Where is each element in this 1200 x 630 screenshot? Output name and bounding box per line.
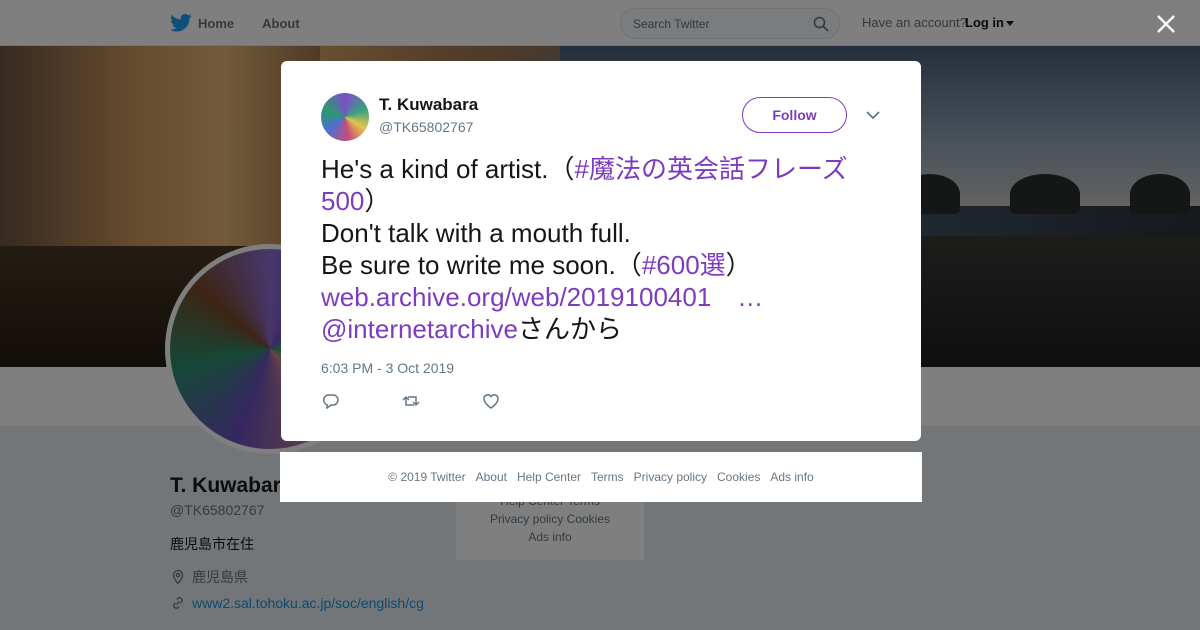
footer-privacy-link[interactable]: Privacy policy xyxy=(634,470,707,484)
tweet-text-line1: He's a kind of artist.（#魔法の英会話フレーズ500） xyxy=(321,154,848,216)
tweet-modal: T. Kuwabara @TK65802767 Follow He's a ki… xyxy=(281,61,921,441)
tweet-text-segment: Be sure to write me soon.（ xyxy=(321,250,642,280)
chevron-down-icon[interactable] xyxy=(865,109,881,121)
tweet-author-name[interactable]: T. Kuwabara xyxy=(379,95,478,115)
footer-copyright: © 2019 Twitter xyxy=(388,470,466,484)
tweet-text: He's a kind of artist.（#魔法の英会話フレーズ500） D… xyxy=(321,153,881,345)
footer-ads-info-link[interactable]: Ads info xyxy=(770,470,813,484)
tweet-author-avatar[interactable] xyxy=(321,93,369,141)
modal-footer: © 2019 Twitter About Help Center Terms P… xyxy=(280,452,922,502)
footer-terms-link[interactable]: Terms xyxy=(591,470,624,484)
tweet-text-segment: He's a kind of artist.（ xyxy=(321,154,575,184)
tweet-text-line3: Be sure to write me soon.（#600選） xyxy=(321,249,881,281)
tweet-text-line2: Don't talk with a mouth full. xyxy=(321,218,631,248)
url-link[interactable]: web.archive.org/web/2019100401 … xyxy=(321,281,881,313)
follow-button[interactable]: Follow xyxy=(742,97,847,133)
close-icon[interactable] xyxy=(1154,12,1178,36)
reply-icon xyxy=(322,394,339,410)
like-button[interactable] xyxy=(481,391,561,411)
footer-help-center-link[interactable]: Help Center xyxy=(517,470,581,484)
reply-button[interactable] xyxy=(321,391,401,411)
tweet-timestamp[interactable]: 6:03 PM - 3 Oct 2019 xyxy=(321,360,454,376)
tweet-actions xyxy=(321,391,561,411)
tweet-text-line5: @internetarchiveさんから xyxy=(321,313,881,345)
retweet-icon xyxy=(402,395,420,407)
tweet-author-handle[interactable]: @TK65802767 xyxy=(379,119,473,135)
footer-about-link[interactable]: About xyxy=(476,470,507,484)
mention-link[interactable]: @internetarchive xyxy=(321,314,518,344)
tweet-text-segment: ） xyxy=(725,250,752,280)
heart-icon xyxy=(483,394,499,409)
tweet-text-segment: ） xyxy=(364,186,391,216)
hashtag-link[interactable]: #600選 xyxy=(642,250,726,280)
footer-cookies-link[interactable]: Cookies xyxy=(717,470,760,484)
retweet-button[interactable] xyxy=(401,391,481,411)
tweet-text-segment: さんから xyxy=(517,314,622,344)
